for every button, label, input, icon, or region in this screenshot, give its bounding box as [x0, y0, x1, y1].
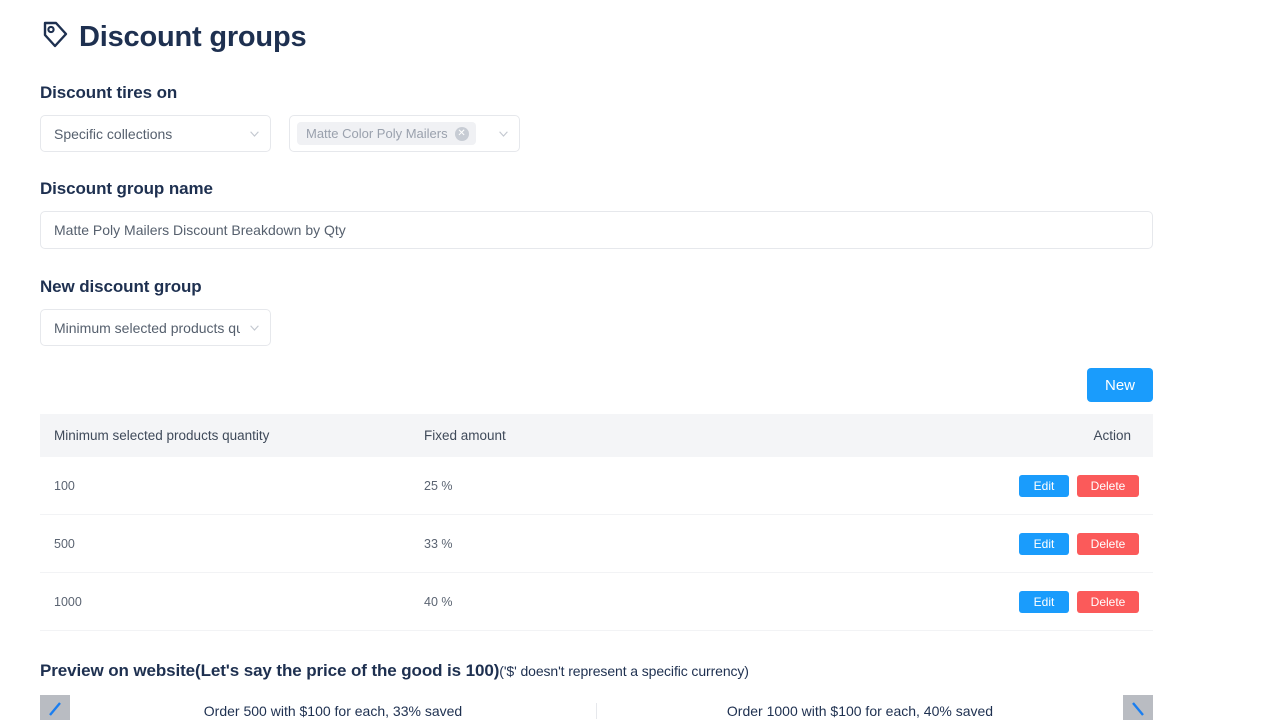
- table-row: 1000 40 % Edit Delete: [40, 573, 1153, 631]
- preview-title: Preview on website(Let's say the price o…: [40, 661, 500, 680]
- delete-button[interactable]: Delete: [1077, 532, 1139, 555]
- new-button-row: New: [40, 368, 1153, 402]
- preview-heading: Preview on website(Let's say the price o…: [40, 661, 1240, 681]
- column-header-action: Action: [1093, 428, 1131, 443]
- cell-quantity: 100: [54, 478, 75, 493]
- preview-panel: Order 500 with $100 for each, 33% saved: [203, 703, 463, 719]
- preview-carousel: Order 500 with $100 for each, 33% saved …: [40, 695, 1153, 720]
- discount-applies-row: Specific collections Matte Color Poly Ma…: [40, 115, 1240, 152]
- cell-actions: Edit Delete: [949, 590, 1139, 613]
- group-name-input[interactable]: [40, 211, 1153, 249]
- cell-quantity: 1000: [54, 594, 82, 609]
- collection-tag[interactable]: Matte Color Poly Mailers ✕: [297, 122, 476, 145]
- discount-scope-select[interactable]: Specific collections: [40, 115, 271, 152]
- page-title: Discount groups: [79, 20, 307, 53]
- close-circle-icon[interactable]: ✕: [454, 126, 469, 141]
- new-discount-button[interactable]: New: [1087, 368, 1153, 402]
- delete-button[interactable]: Delete: [1077, 474, 1139, 497]
- preview-note: ('$' doesn't represent a specific curren…: [499, 663, 749, 679]
- chevron-down-icon: [499, 130, 508, 137]
- delete-button[interactable]: Delete: [1077, 590, 1139, 613]
- table-header-row: Minimum selected products quantity Fixed…: [40, 414, 1153, 457]
- column-header-amount: Fixed amount: [424, 428, 506, 443]
- edit-button[interactable]: Edit: [1019, 590, 1069, 613]
- chevron-down-icon: [250, 130, 259, 137]
- collections-multiselect[interactable]: Matte Color Poly Mailers ✕: [289, 115, 520, 152]
- tag-icon: [40, 20, 70, 54]
- cell-actions: Edit Delete: [949, 474, 1139, 497]
- discount-applies-label: Discount tires on: [40, 83, 178, 102]
- cell-actions: Edit Delete: [949, 532, 1139, 555]
- new-group-label: New discount group: [40, 277, 202, 296]
- table-row: 500 33 % Edit Delete: [40, 515, 1153, 573]
- discount-groups-page: Discount groups Discount tires on Specif…: [0, 0, 1280, 720]
- carousel-track: Order 500 with $100 for each, 33% saved …: [70, 695, 1123, 719]
- new-group-row: Minimum selected products quantity: [40, 309, 1240, 346]
- cell-amount: 40 %: [424, 594, 453, 609]
- cell-quantity: 500: [54, 536, 75, 551]
- cell-amount: 33 %: [424, 536, 453, 551]
- discount-scope-value: Specific collections: [54, 125, 173, 142]
- discount-type-select[interactable]: Minimum selected products quantity: [40, 309, 271, 346]
- edit-button[interactable]: Edit: [1019, 474, 1069, 497]
- arrow-right-icon[interactable]: [1123, 695, 1153, 720]
- column-header-quantity: Minimum selected products quantity: [54, 428, 270, 443]
- arrow-left-icon[interactable]: [40, 695, 70, 720]
- group-name-label: Discount group name: [40, 179, 213, 198]
- cell-amount: 25 %: [424, 478, 453, 493]
- collection-tag-label: Matte Color Poly Mailers: [306, 126, 448, 141]
- edit-button[interactable]: Edit: [1019, 532, 1069, 555]
- preview-panel: Order 1000 with $100 for each, 40% saved: [726, 703, 994, 719]
- chevron-down-icon: [250, 324, 259, 331]
- table-row: 100 25 % Edit Delete: [40, 457, 1153, 515]
- page-header: Discount groups: [40, 0, 1240, 54]
- discount-type-value: Minimum selected products quantity: [54, 319, 240, 336]
- discount-tiers-table: Minimum selected products quantity Fixed…: [40, 414, 1153, 631]
